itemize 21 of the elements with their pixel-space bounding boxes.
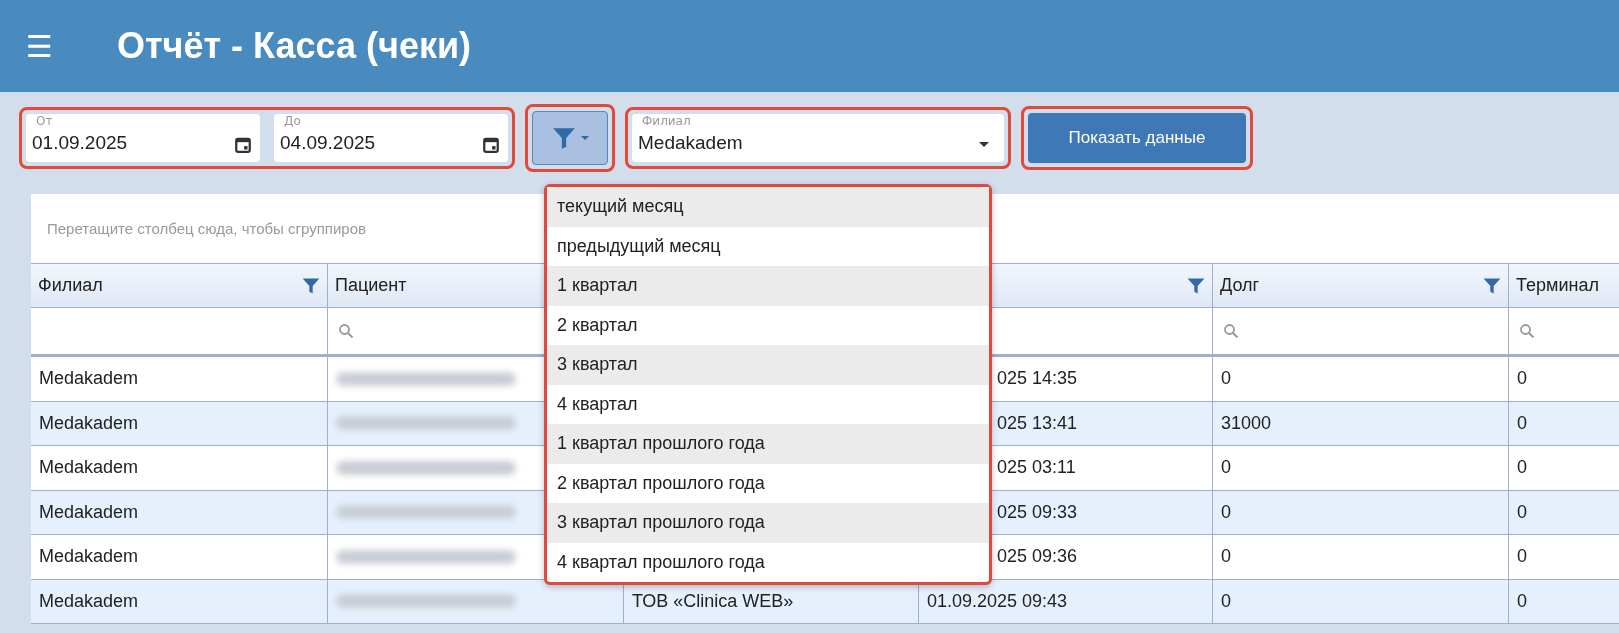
table-cell: 31000 [1213,401,1509,446]
table-cell: 0 [1509,579,1619,624]
table-cell: 0 [1213,579,1509,624]
table-cell: 0 [1213,357,1509,402]
table-cell: 0 [1509,446,1619,491]
page-title: Отчёт - Касса (чеки) [116,25,472,67]
table-cell: 0 [1213,490,1509,535]
table-cell: Medakadem [31,446,328,491]
table-cell: 0 [1509,490,1619,535]
table-cell: Medakadem [31,579,328,624]
table-cell: Medakadem [31,535,328,580]
table-cell: 01.09.2025 09:43 [919,579,1213,624]
table-cell: Medakadem [31,490,328,535]
table-cell: Medakadem [31,401,328,446]
table-cell: 0 [1509,535,1619,580]
table-cell: Medakadem [31,357,328,402]
table-cell: 0 [1509,357,1619,402]
table-cell: 0 [1213,446,1509,491]
group-panel-hint: Перетащите столбец сюда, чтобы сгруппиров [47,220,366,237]
table-cell: 0 [1509,401,1619,446]
table-cell: 0 [1213,535,1509,580]
